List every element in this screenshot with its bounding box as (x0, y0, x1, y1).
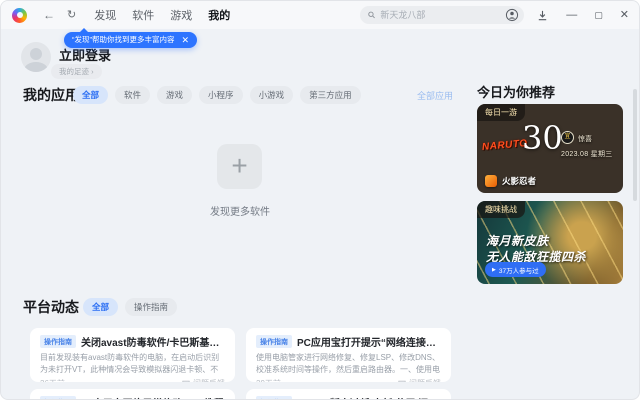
tab-software[interactable]: 软件 (132, 7, 154, 23)
maximize-button[interactable]: ▢ (594, 10, 603, 20)
article-tag: 操作指南 (256, 335, 292, 348)
challenge-badge: 趣味挑战 (477, 201, 525, 218)
tab-mine[interactable]: 我的 (208, 7, 230, 23)
challenge-card[interactable]: 趣味挑战 海月新皮肤 无人能敌狂揽四杀 ▶ 37万人参与过 (477, 201, 623, 284)
article-card[interactable]: 操作指南 pc应用宝网络异常修改DNS教程 (30, 389, 235, 399)
filter-software[interactable]: 软件 (115, 86, 151, 104)
minimize-button[interactable]: — (566, 9, 577, 21)
my-apps-title: 我的应用 (23, 87, 79, 103)
challenge-text: 海月新皮肤 无人能敌狂揽四杀 (486, 234, 587, 265)
search-icon (368, 11, 375, 19)
back-icon[interactable]: ← (43, 9, 55, 21)
article-tag: 操作指南 (40, 396, 76, 399)
daily-game-badge: 每日一游 (477, 104, 525, 121)
calendar-date: 2023.08 星期三 (561, 151, 613, 158)
article-time: 26天前 (40, 378, 65, 382)
seal-tag: 惊喜 (578, 136, 592, 143)
download-icon[interactable] (536, 9, 549, 22)
close-button[interactable]: ✕ (620, 9, 629, 21)
filter-all[interactable]: 全部 (73, 86, 109, 104)
discover-tooltip: “发现”帮助你找到更多丰富内容 ✕ (64, 28, 198, 48)
feed-filters: 全部 操作指南 (83, 298, 178, 316)
tooltip-text: “发现”帮助你找到更多丰富内容 (72, 35, 175, 44)
game-row: 火影忍者 (485, 175, 536, 187)
article-card[interactable]: 操作指南 opengl版本过低/太新/花屏/闪退，升级显卡驱动… (246, 389, 451, 399)
seal-icon: 宜 (561, 131, 574, 144)
article-title: PC应用宝打开提示“网络连接错误” (297, 338, 441, 349)
tooltip-close-icon[interactable]: ✕ (182, 32, 190, 48)
challenge-stat: 37万人参与过 (498, 267, 539, 275)
article-tag: 操作指南 (40, 335, 76, 348)
article-card[interactable]: 操作指南 PC应用宝打开提示“网络连接错误” 使用电脑管家进行网络修复、修复LS… (246, 328, 451, 382)
feed-filter-guides[interactable]: 操作指南 (125, 298, 178, 316)
app-window: ← ↻ 发现 软件 游戏 我的 — ▢ ✕ “发现”帮助你找到更多丰富内容 ✕ … (0, 0, 640, 400)
article-time: 29天前 (256, 378, 281, 382)
my-apps-filters: 全部 软件 游戏 小程序 小游戏 第三方应用 (73, 86, 361, 104)
refresh-icon[interactable]: ↻ (67, 9, 76, 21)
feed-title: 平台动态 (23, 299, 79, 315)
filter-thirdparty[interactable]: 第三方应用 (300, 86, 361, 104)
plus-icon: + (231, 149, 248, 181)
feedback-link[interactable]: 问题反馈 (182, 378, 225, 382)
article-body: 使用电脑管家进行网络修复、修复LSP、修改DNS、校准系统时间等操作，然后重启路… (256, 353, 441, 374)
discover-more-label: 发现更多软件 (210, 207, 270, 218)
play-icon: ▶ (492, 266, 496, 273)
titlebar: ← ↻ 发现 软件 游戏 我的 — ▢ ✕ (1, 1, 639, 29)
article-body: 目前发现装有avast防毒软件的电脑，在启动后识别为未打开VT，此种情况会导致模… (40, 353, 220, 374)
my-footprint-link[interactable]: 我的足迹 › (51, 64, 102, 79)
article-title: 关闭avast防毒软件/卡巴斯基减少卡顿现象 (81, 338, 225, 349)
all-apps-link[interactable]: 全部应用 (417, 89, 453, 102)
game-icon (485, 175, 497, 187)
feed-filter-all[interactable]: 全部 (83, 298, 119, 316)
titlebar-actions: — ▢ ✕ (505, 1, 629, 29)
calendar-day: 30 (522, 119, 563, 157)
tab-games[interactable]: 游戏 (170, 7, 192, 23)
article-card[interactable]: 操作指南 关闭avast防毒软件/卡巴斯基减少卡顿现象 目前发现装有avast防… (30, 328, 235, 382)
challenge-stat-pill: ▶ 37万人参与过 (485, 262, 546, 277)
tab-discover[interactable]: 发现 (94, 7, 116, 23)
daily-game-card[interactable]: 每日一游 NARUTO 30 宜 惊喜 2023.08 星期三 火影忍者 (477, 104, 623, 193)
search-input[interactable] (380, 10, 516, 20)
scrollbar[interactable] (633, 89, 637, 201)
filter-minigames[interactable]: 小游戏 (249, 86, 294, 104)
user-account-icon[interactable] (505, 8, 519, 22)
recommend-title: 今日为你推荐 (477, 85, 556, 100)
article-title: pc应用宝网络异常修改DNS教程 (81, 395, 224, 399)
article-tag: 操作指南 (256, 396, 292, 399)
feedback-link[interactable]: 问题反馈 (398, 378, 441, 382)
game-name: 火影忍者 (502, 176, 537, 186)
filter-miniprograms[interactable]: 小程序 (199, 86, 243, 104)
app-logo-icon[interactable] (12, 7, 27, 23)
article-title: opengl版本过低/太新/花屏/闪退，升级显卡驱动… (297, 395, 441, 399)
filter-games[interactable]: 游戏 (157, 86, 193, 104)
chat-bubble-icon (182, 380, 190, 382)
search-box[interactable] (360, 6, 524, 24)
chat-bubble-icon (398, 380, 406, 382)
nav-tabs: 发现 软件 游戏 我的 (94, 7, 230, 23)
add-software-button[interactable]: + (217, 144, 262, 189)
avatar[interactable] (21, 42, 51, 72)
